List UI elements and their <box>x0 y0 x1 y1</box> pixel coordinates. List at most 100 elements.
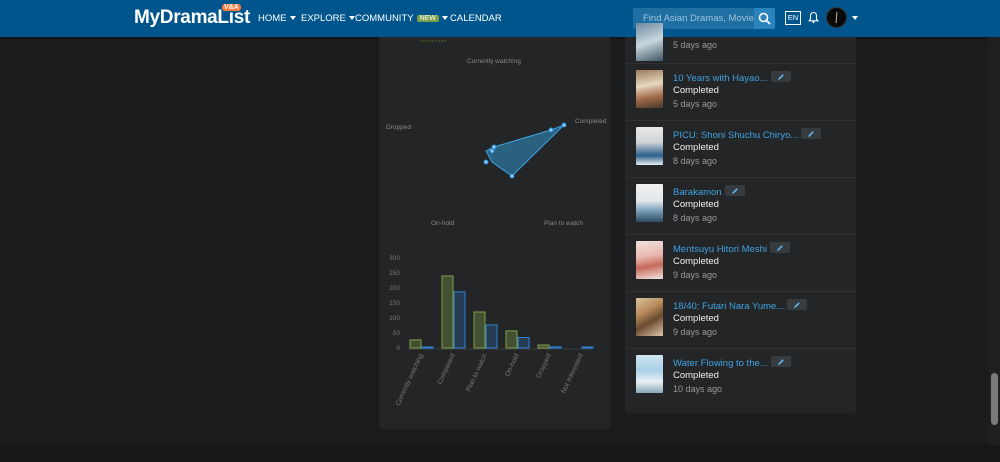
feed-title-text[interactable]: 18/40: Futari Nara Yume... <box>673 301 784 312</box>
nav-community-label: COMMUNITY <box>355 13 414 24</box>
bar-on-hold[interactable] <box>505 330 518 349</box>
bar-chart-bars <box>409 275 594 349</box>
nav-explore[interactable]: EXPLORE <box>301 13 355 24</box>
y-tick-labels: 300 250 200 150 100 50 0 <box>389 255 400 352</box>
radar-point <box>483 159 489 165</box>
pencil-icon <box>808 131 814 137</box>
nav-home-label: HOME <box>258 13 287 24</box>
radar-point <box>548 127 554 133</box>
bar-currently-watching[interactable] <box>421 346 434 349</box>
feed-title-text[interactable]: Barakamon <box>673 187 722 198</box>
nav-home[interactable]: HOME <box>258 13 296 24</box>
nav-explore-label: EXPLORE <box>301 13 346 24</box>
feed-item[interactable]: 10 Years with Hayao... Completed 5 days … <box>625 63 856 120</box>
y-tick-label: 150 <box>389 300 400 307</box>
feed-status: Completed <box>673 370 719 381</box>
feed-title-text[interactable]: 10 Years with Hayao... <box>673 73 768 84</box>
radar-label-bottom-right: Plan to watch <box>544 220 584 227</box>
y-tick-label: 200 <box>389 285 400 292</box>
new-badge: NEW <box>416 15 439 22</box>
activity-feed: 5 days ago 10 Years with Hayao... Comple… <box>625 23 856 413</box>
feed-item[interactable]: Water Flowing to the... Completed 10 day… <box>625 348 856 405</box>
feed-title[interactable]: Water Flowing to the... <box>673 356 791 369</box>
poster-image[interactable] <box>636 184 663 222</box>
stats-graphics: 300 250 200 150 100 50 0 Currently watching Com… <box>389 40 594 407</box>
feed-item[interactable]: Barakamon Completed 8 days ago <box>625 177 856 234</box>
edit-button[interactable] <box>770 71 791 82</box>
bar-dropped[interactable] <box>537 344 550 349</box>
bar-dropped[interactable] <box>549 346 562 349</box>
radar-point <box>489 148 495 154</box>
feed-time: 9 days ago <box>673 270 718 280</box>
edit-button[interactable] <box>770 356 791 367</box>
x-category-label: Not Interested <box>560 353 584 395</box>
feed-time: 8 days ago <box>673 213 718 223</box>
radar-label-top: Currently watching <box>467 58 521 65</box>
edit-button[interactable] <box>724 185 745 196</box>
poster-image[interactable] <box>636 298 663 336</box>
logo-badge: V&A <box>222 4 241 11</box>
poster-image[interactable] <box>636 127 663 165</box>
y-tick-label: 50 <box>393 330 401 337</box>
feed-title-text[interactable]: Mentsuyu Hitori Meshi <box>673 244 767 255</box>
y-tick-label: 0 <box>396 345 400 352</box>
radar-label-bottom-left: On-hold <box>431 220 455 227</box>
x-category-label: Dropped <box>535 353 552 380</box>
feed-title[interactable]: Mentsuyu Hitori Meshi <box>673 242 790 255</box>
pencil-icon <box>776 245 783 251</box>
feed-title-text[interactable]: Water Flowing to the... <box>673 358 768 369</box>
feed-time: 5 days ago <box>673 99 718 109</box>
bar-currently-watching[interactable] <box>409 339 422 349</box>
pencil-icon <box>777 74 784 80</box>
feed-time: 8 days ago <box>673 156 718 166</box>
radar-point <box>561 122 567 128</box>
radar-point <box>491 144 497 150</box>
poster-image[interactable] <box>636 241 663 279</box>
feed-item[interactable]: PICU: Shoni Shuchu Chiryo... Completed 8… <box>625 120 856 177</box>
bar-not-interested[interactable] <box>581 346 594 349</box>
bar-completed[interactable] <box>441 275 454 349</box>
y-tick-label: 100 <box>389 315 400 322</box>
stats-card: 300 250 200 150 100 50 0 Currently watching Com… <box>379 37 610 429</box>
nav-community[interactable]: COMMUNITY NEW <box>355 13 448 24</box>
feed-title[interactable]: PICU: Shoni Shuchu Chiryo... <box>673 128 822 141</box>
feed-title[interactable]: 10 Years with Hayao... <box>673 71 791 84</box>
feed-title-text[interactable]: PICU: Shoni Shuchu Chiryo... <box>673 130 798 141</box>
pencil-icon <box>794 302 801 308</box>
bar-plan-to-watch[interactable] <box>485 324 498 349</box>
feed-time: 10 days ago <box>673 384 723 394</box>
scrollbar-thumb[interactable] <box>991 373 998 425</box>
feed-title[interactable]: 18/40: Futari Nara Yume... <box>673 299 808 312</box>
feed-item[interactable]: 18/40: Futari Nara Yume... Completed 9 d… <box>625 291 856 348</box>
chevron-down-icon <box>289 16 296 20</box>
x-category-label: Currently watching <box>395 353 425 407</box>
radar-polygon <box>485 124 565 177</box>
y-tick-label: 250 <box>389 270 400 277</box>
feed-status: Completed <box>673 142 719 153</box>
chevron-down-icon <box>348 16 355 20</box>
bar-on-hold[interactable] <box>517 337 530 349</box>
pencil-icon <box>777 359 784 365</box>
feed-time: 9 days ago <box>673 327 718 337</box>
edit-button[interactable] <box>769 242 790 253</box>
feed-title[interactable]: Barakamon <box>673 185 745 198</box>
feed-status: Completed <box>673 313 719 324</box>
nav-calendar[interactable]: CALENDAR <box>450 13 502 24</box>
feed-status: Completed <box>673 199 719 210</box>
feed-status: Completed <box>673 256 719 267</box>
radar-label-left: Dropped <box>386 124 411 131</box>
radar-label-right: Completed <box>575 118 607 125</box>
chevron-down-icon <box>441 16 448 20</box>
y-tick-label: 300 <box>389 255 400 262</box>
bar-completed[interactable] <box>453 291 466 349</box>
radar-point <box>509 173 515 179</box>
feed-item[interactable]: Mentsuyu Hitori Meshi Completed 9 days a… <box>625 234 856 291</box>
x-category-label: Completed <box>437 353 457 386</box>
poster-image[interactable] <box>636 355 663 393</box>
bar-plan-to-watch[interactable] <box>473 311 486 349</box>
edit-button[interactable] <box>801 128 822 139</box>
pencil-icon <box>731 188 738 194</box>
edit-button[interactable] <box>787 299 808 310</box>
poster-image[interactable] <box>636 23 663 61</box>
poster-image[interactable] <box>636 70 663 108</box>
